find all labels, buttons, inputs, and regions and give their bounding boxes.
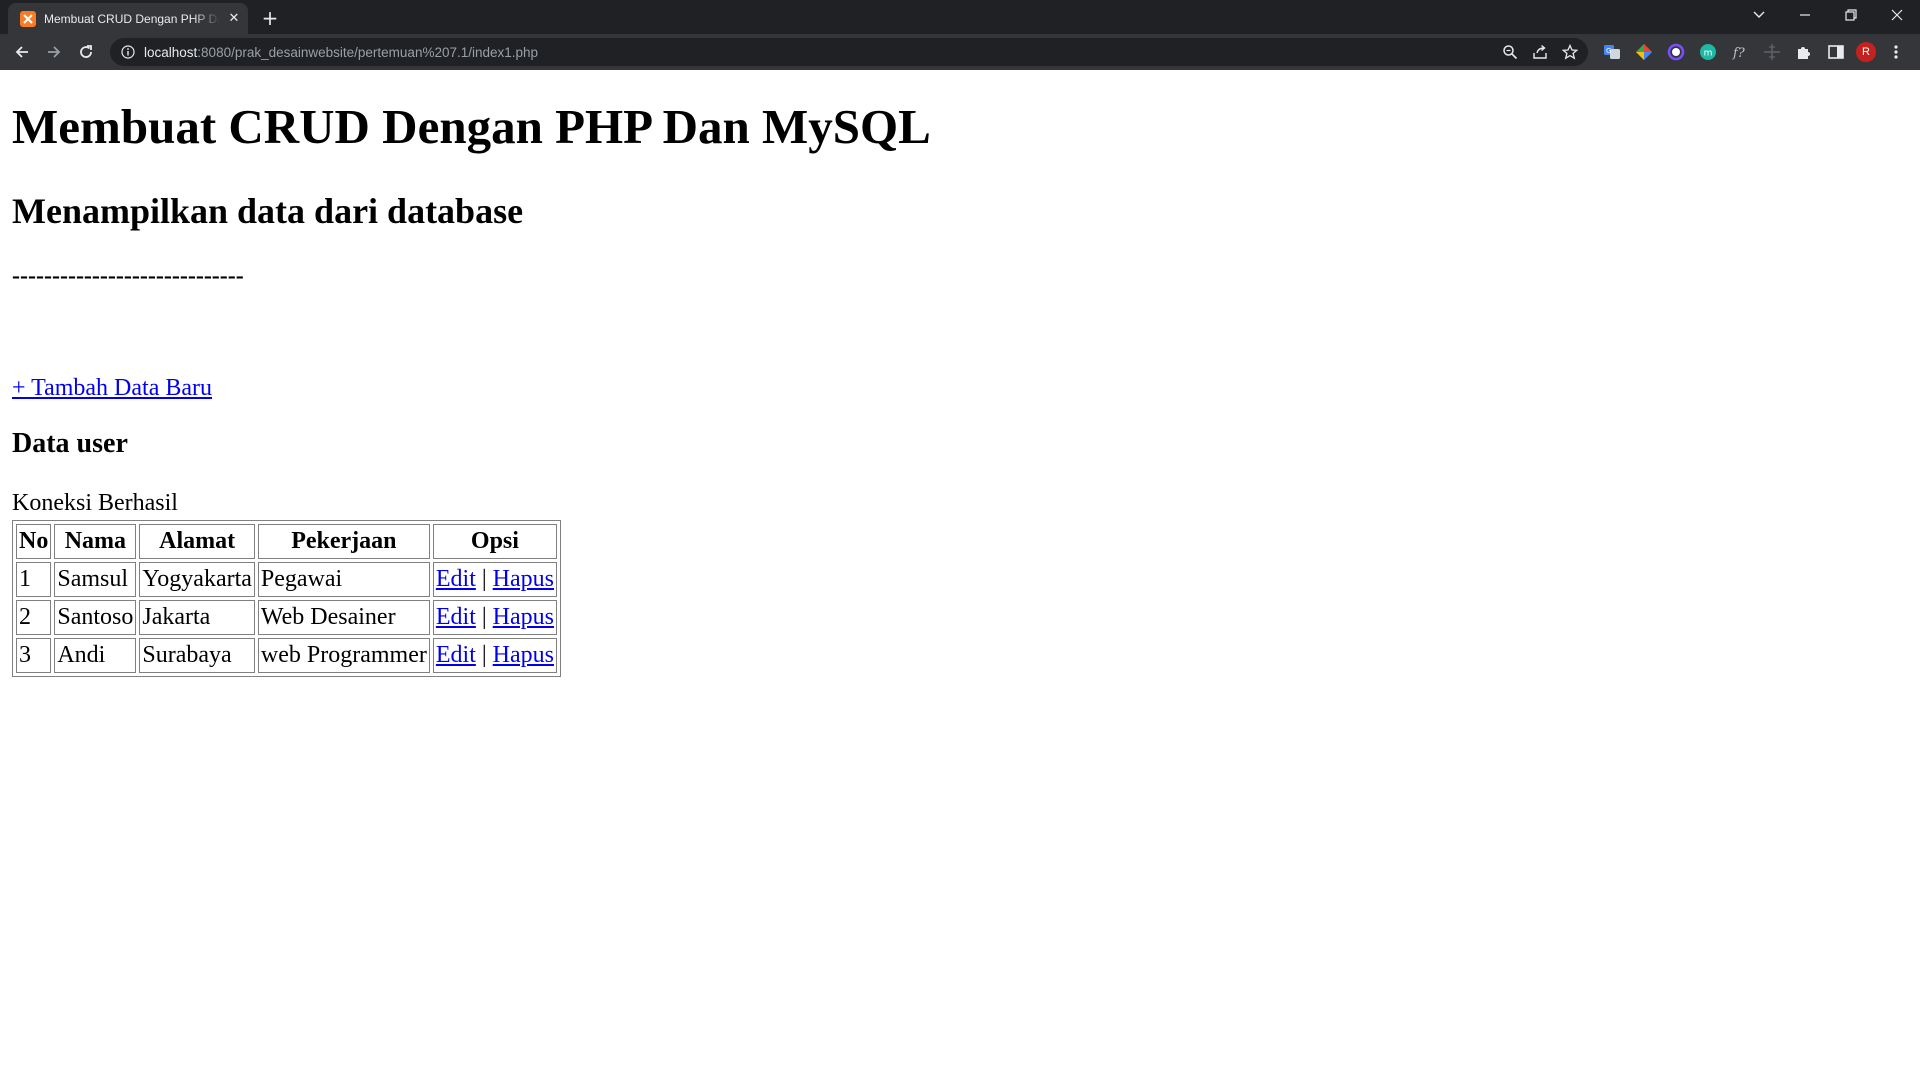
header-no: No [16, 524, 52, 559]
cell-no: 3 [16, 638, 52, 673]
edit-link[interactable]: Edit [436, 642, 476, 668]
table-row: 1 Samsul Yogyakarta Pegawai Edit | Hapus [16, 562, 557, 597]
user-table: No Nama Alamat Pekerjaan Opsi 1 Samsul Y… [12, 520, 561, 677]
back-arrow-icon[interactable] [8, 38, 36, 66]
star-icon[interactable] [1560, 42, 1580, 62]
url-text: localhost:8080/prak_desainwebsite/pertem… [144, 45, 538, 60]
cell-nama: Samsul [54, 562, 137, 597]
restore-icon[interactable] [1828, 0, 1874, 30]
table-row: 3 Andi Surabaya web Programmer Edit | Ha… [16, 638, 557, 673]
side-panel-icon[interactable] [1824, 40, 1848, 64]
cell-pekerjaan: Web Desainer [257, 600, 430, 635]
tab-strip: Membuat CRUD Dengan PHP Dan MySQL ✕ + [0, 0, 1920, 34]
m-extension-icon[interactable]: m [1696, 40, 1720, 64]
section-title: Data user [12, 428, 128, 459]
ruler-extension-icon[interactable] [1760, 40, 1784, 64]
zoom-icon[interactable] [1500, 42, 1520, 62]
edit-link[interactable]: Edit [436, 604, 476, 630]
page-viewport: Membuat CRUD Dengan PHP Dan MySQL Menamp… [0, 70, 1920, 1080]
share-icon[interactable] [1530, 42, 1550, 62]
chevron-down-icon[interactable] [1736, 0, 1782, 30]
link-separator: | [481, 566, 487, 592]
cell-alamat: Jakarta [139, 600, 255, 635]
link-separator: | [481, 604, 487, 630]
cell-alamat: Yogyakarta [139, 562, 255, 597]
cell-alamat: Surabaya [139, 638, 255, 673]
cell-opsi: Edit | Hapus [432, 562, 557, 597]
cell-no: 1 [16, 562, 52, 597]
link-separator: | [481, 642, 487, 668]
svg-text:m: m [1704, 49, 1713, 59]
table-header-row: No Nama Alamat Pekerjaan Opsi [16, 524, 557, 559]
table-row: 2 Santoso Jakarta Web Desainer Edit | Ha… [16, 600, 557, 635]
address-bar[interactable]: localhost:8080/prak_desainwebsite/pertem… [110, 38, 1588, 66]
cell-opsi: Edit | Hapus [432, 600, 557, 635]
cell-opsi: Edit | Hapus [432, 638, 557, 673]
separator-text: ----------------------------- [12, 263, 244, 289]
cell-pekerjaan: Pegawai [257, 562, 430, 597]
header-opsi: Opsi [432, 524, 557, 559]
forward-arrow-icon[interactable] [40, 38, 68, 66]
tab-title: Membuat CRUD Dengan PHP Dan MySQL [44, 11, 220, 26]
kebab-menu-icon[interactable] [1884, 40, 1908, 64]
cell-no: 2 [16, 600, 52, 635]
url-host: localhost [144, 44, 198, 60]
avatar[interactable]: R [1856, 42, 1876, 62]
minimize-icon[interactable] [1782, 0, 1828, 30]
header-alamat: Alamat [139, 524, 255, 559]
cell-nama: Andi [54, 638, 137, 673]
plus-icon[interactable]: + [258, 6, 282, 30]
xampp-favicon [20, 10, 36, 27]
delete-link[interactable]: Hapus [493, 566, 554, 592]
info-icon[interactable] [120, 44, 136, 60]
url-path: :8080/prak_desainwebsite/pertemuan%207.1… [197, 44, 539, 60]
color-extension-icon[interactable] [1632, 40, 1656, 64]
cell-pekerjaan: web Programmer [257, 638, 430, 673]
close-icon[interactable]: ✕ [226, 11, 242, 27]
svg-text:f?: f? [1732, 46, 1746, 61]
delete-link[interactable]: Hapus [493, 642, 554, 668]
window-close-icon[interactable] [1874, 0, 1920, 30]
edit-link[interactable]: Edit [436, 566, 476, 592]
puzzle-icon[interactable] [1792, 40, 1816, 64]
circle-extension-icon[interactable] [1664, 40, 1688, 64]
header-pekerjaan: Pekerjaan [257, 524, 430, 559]
reload-icon[interactable] [72, 38, 100, 66]
browser-toolbar: localhost:8080/prak_desainwebsite/pertem… [0, 34, 1920, 70]
svg-text:G: G [1606, 47, 1611, 55]
formula-extension-icon[interactable]: f? [1728, 40, 1752, 64]
connection-status: Koneksi Berhasil [12, 490, 178, 516]
page-subtitle: Menampilkan data dari database [12, 191, 524, 231]
browser-tab[interactable]: Membuat CRUD Dengan PHP Dan MySQL ✕ [8, 3, 248, 34]
translate-extension-icon[interactable]: G [1600, 40, 1624, 64]
cell-nama: Santoso [54, 600, 137, 635]
header-nama: Nama [54, 524, 137, 559]
add-data-link[interactable]: + Tambah Data Baru [12, 375, 212, 402]
delete-link[interactable]: Hapus [493, 604, 554, 630]
page-title: Membuat CRUD Dengan PHP Dan MySQL [12, 99, 931, 154]
